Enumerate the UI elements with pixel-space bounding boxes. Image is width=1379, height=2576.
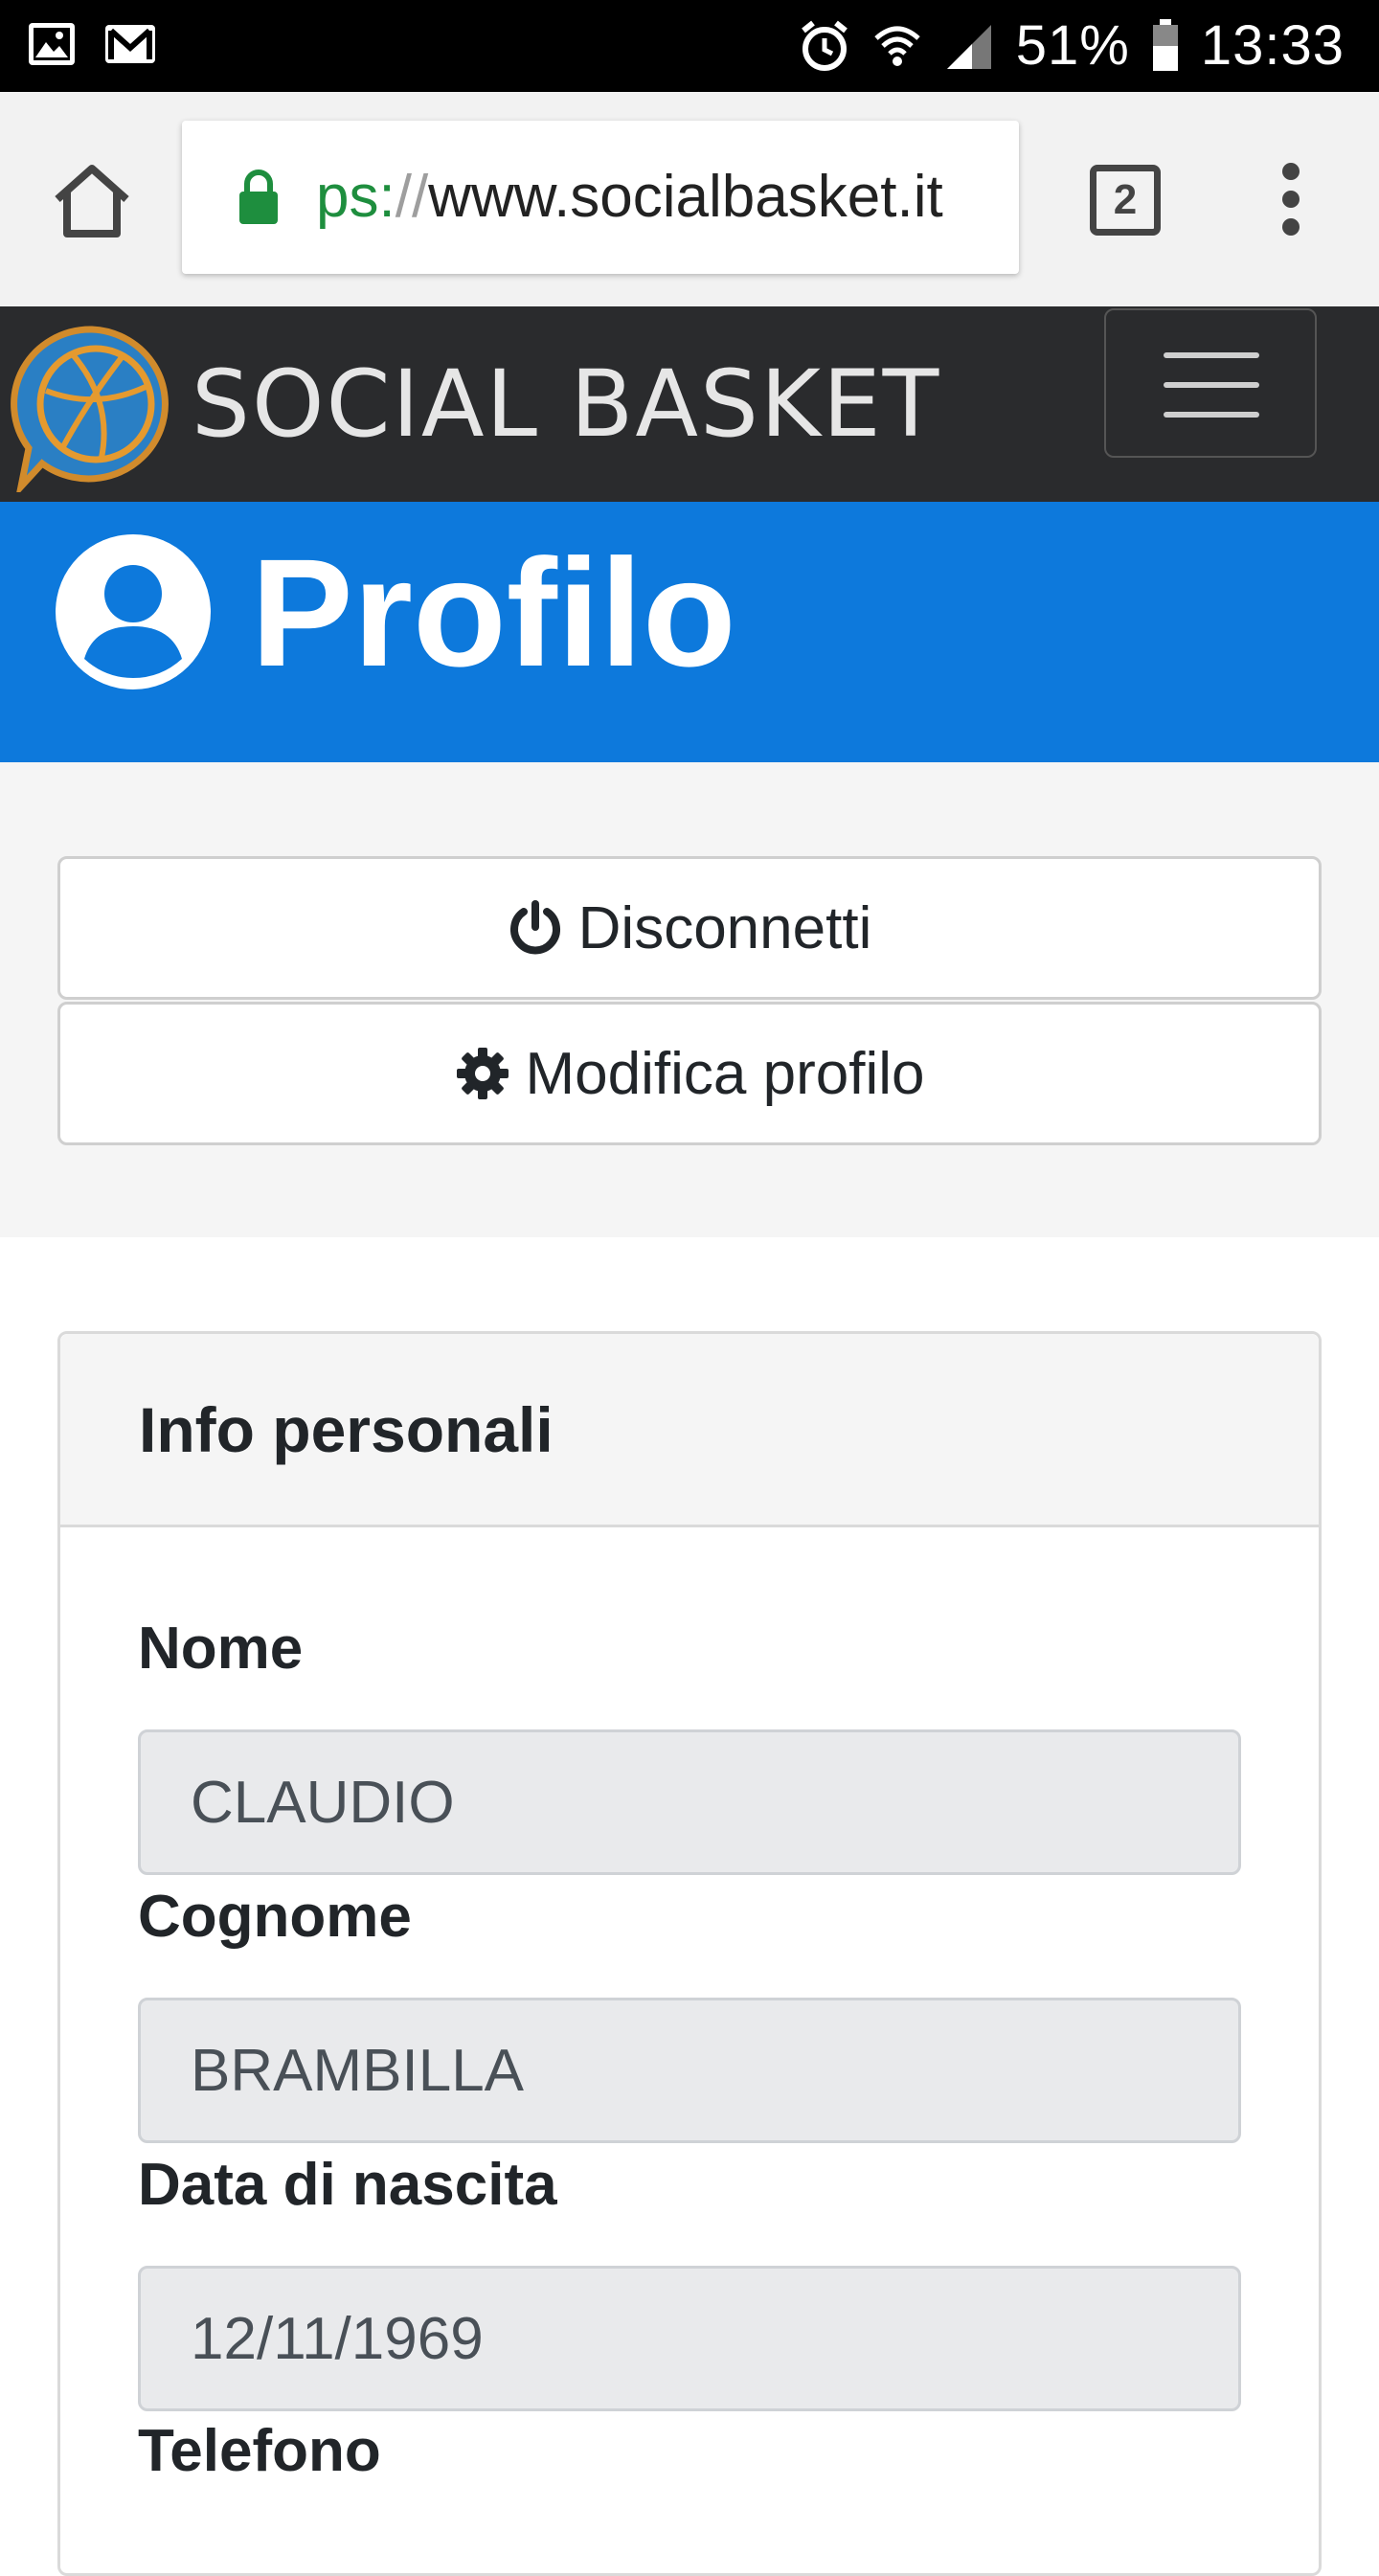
alarm-icon: [801, 20, 848, 71]
edit-profile-button[interactable]: Modifica profilo: [57, 1002, 1322, 1145]
card-header: Info personali: [60, 1334, 1319, 1527]
logo-icon[interactable]: [8, 324, 176, 492]
profile-actions: Disconnetti Modifica profilo: [0, 762, 1379, 1237]
url-text[interactable]: ps://www.socialbasket.it: [316, 159, 943, 236]
power-icon: [509, 900, 560, 955]
home-icon[interactable]: [50, 159, 134, 243]
logout-label: Disconnetti: [577, 894, 872, 961]
page-title: Profilo: [251, 527, 736, 698]
last-name-field[interactable]: BRAMBILLA: [138, 1998, 1241, 2143]
logout-button[interactable]: Disconnetti: [57, 856, 1322, 1000]
tab-count: 2: [1113, 176, 1138, 223]
first-name-label: Nome: [138, 1616, 304, 1682]
navbar-toggle-button[interactable]: [1104, 308, 1317, 458]
url-separator: //: [395, 164, 429, 230]
site-brand[interactable]: SOCIAL BASKET: [192, 354, 940, 454]
wifi-icon: [874, 26, 920, 66]
battery-icon: [1152, 19, 1178, 71]
gmail-icon: [105, 25, 155, 63]
user-circle-icon: [56, 534, 211, 689]
image-icon: [29, 23, 75, 65]
signal-icon: [946, 25, 991, 69]
gear-icon: [456, 1048, 509, 1099]
url-scheme: ps:: [316, 164, 396, 230]
birth-date-field[interactable]: 12/11/1969: [138, 2266, 1241, 2411]
more-vert-icon[interactable]: [1270, 163, 1312, 239]
address-bar[interactable]: ps://www.socialbasket.it: [182, 121, 1019, 274]
battery-percent: 51%: [1015, 14, 1130, 77]
edit-profile-label: Modifica profilo: [525, 1040, 925, 1107]
browser-toolbar: ps://www.socialbasket.it 2: [0, 92, 1379, 306]
url-host: www.socialbasket.it: [428, 164, 943, 230]
status-bar: 51% 13:33: [0, 0, 1379, 92]
clock: 13:33: [1200, 14, 1345, 77]
last-name-label: Cognome: [138, 1884, 412, 1950]
first-name-field[interactable]: CLAUDIO: [138, 1729, 1241, 1875]
lock-icon: [239, 169, 278, 224]
last-name-value: BRAMBILLA: [191, 2037, 525, 2104]
tab-switcher-button[interactable]: 2: [1090, 165, 1161, 236]
first-name-value: CLAUDIO: [191, 1769, 455, 1836]
birth-date-value: 12/11/1969: [191, 2305, 484, 2372]
birth-date-label: Data di nascita: [138, 2152, 557, 2218]
card-title: Info personali: [139, 1394, 554, 1465]
